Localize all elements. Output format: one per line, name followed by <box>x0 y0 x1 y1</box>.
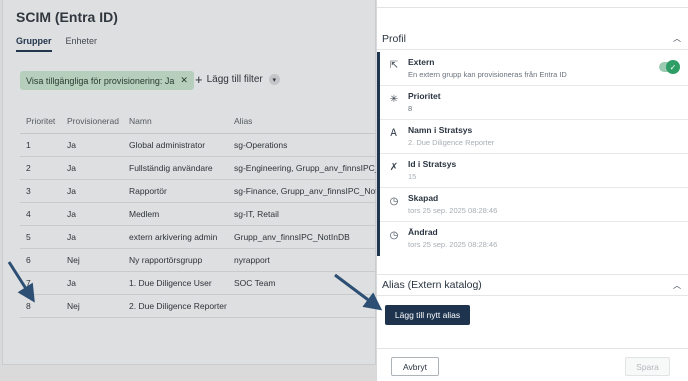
field-label: Id i Stratsys <box>408 159 457 169</box>
external-link-icon: ⇱ <box>389 60 399 71</box>
add-alias-button[interactable]: Lägg till nytt alias <box>385 305 470 325</box>
alias-section-header[interactable]: Alias (Extern katalog) ︿ <box>377 274 688 296</box>
name-icon: Ꭺ <box>390 128 398 139</box>
cancel-button[interactable]: Avbryt <box>391 357 439 376</box>
field-value: 15 <box>408 172 417 181</box>
field-extern: ⇱ Extern En extern grupp kan provisioner… <box>380 52 688 86</box>
chevron-up-icon[interactable]: ︿ <box>673 33 681 44</box>
field-label: Namn i Stratsys <box>408 125 473 135</box>
clock-icon: ◷ <box>389 230 399 241</box>
id-icon: ✗ <box>389 162 399 173</box>
alias-section-title: Alias (Extern katalog) <box>382 279 482 291</box>
field-value: En extern grupp kan provisioneras från E… <box>408 70 567 79</box>
panel-top-bar <box>377 0 688 8</box>
field-skapad: ◷ Skapad tors 25 sep. 2025 08:28:46 <box>380 188 688 222</box>
clock-icon: ◷ <box>389 196 399 207</box>
field-value: tors 25 sep. 2025 08:28:46 <box>408 206 498 215</box>
field-namn: Ꭺ Namn i Stratsys 2. Due Diligence Repor… <box>380 120 688 154</box>
priority-icon: ✳ <box>389 94 399 105</box>
save-button[interactable]: Spara <box>625 357 670 376</box>
field-andrad: ◷ Ändrad tors 25 sep. 2025 08:28:46 <box>380 222 688 256</box>
field-label: Ändrad <box>408 227 438 237</box>
field-prioritet: ✳ Prioritet 8 <box>380 86 688 120</box>
field-label: Skapad <box>408 193 439 203</box>
check-icon: ✓ <box>666 60 680 74</box>
field-value: 2. Due Diligence Reporter <box>408 138 495 147</box>
field-label: Extern <box>408 57 435 67</box>
field-value: tors 25 sep. 2025 08:28:46 <box>408 240 498 249</box>
chevron-up-icon[interactable]: ︿ <box>673 280 681 291</box>
field-id: ✗ Id i Stratsys 15 <box>380 154 688 188</box>
profile-section-header[interactable]: Profil ︿ <box>377 28 688 50</box>
profile-section-title: Profil <box>382 32 406 45</box>
profile-fields: ⇱ Extern En extern grupp kan provisioner… <box>377 52 688 256</box>
extern-toggle[interactable]: ✓ <box>659 60 680 74</box>
footer-divider <box>377 348 688 349</box>
field-value: 8 <box>408 104 413 113</box>
field-label: Prioritet <box>408 91 441 101</box>
